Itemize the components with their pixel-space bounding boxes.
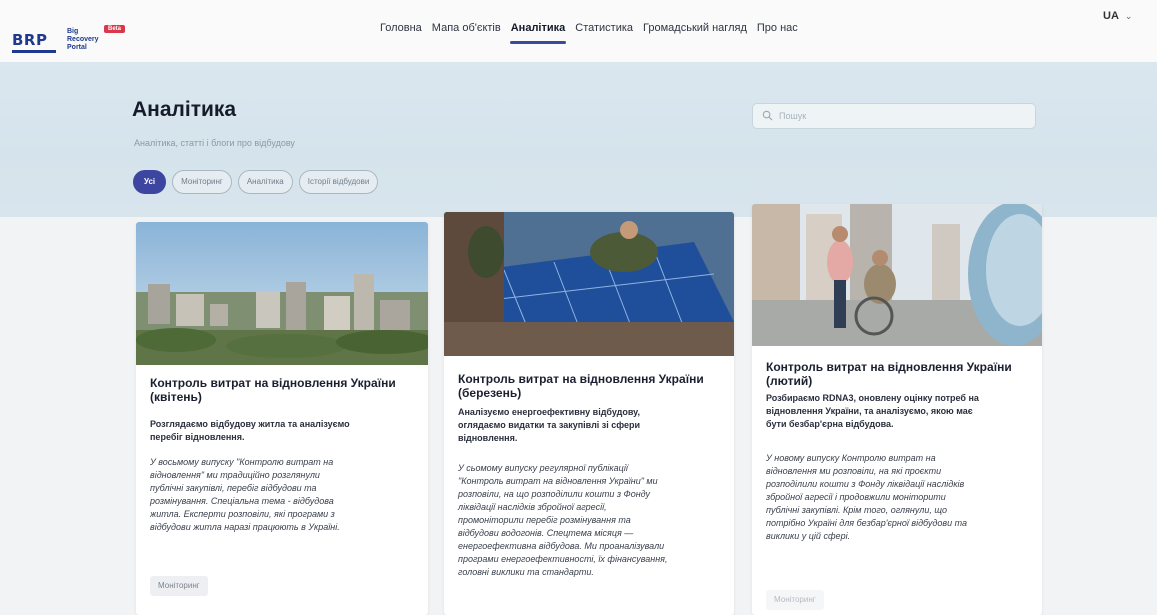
- card-image: [752, 204, 1042, 346]
- card-body-line: ліквідації наслідків збройної агресії,: [458, 502, 607, 512]
- card-title: Контроль витрат на відновлення України (…: [458, 372, 704, 400]
- card-body-line: головні виклики та стандарти.: [458, 567, 594, 577]
- nav-public-oversight[interactable]: Громадський нагляд: [638, 18, 752, 44]
- card-lead: Розбираємо RDNA3, оновлену оцінку потреб…: [766, 392, 979, 431]
- card-body-line: розмінування. Спеціальна тема - відбудов…: [150, 496, 334, 506]
- main-nav: Головна Мапа об'єктів Аналітика Статисти…: [375, 18, 803, 44]
- card-body: У сьомому випуску регулярної публікації …: [458, 462, 667, 579]
- card-lead-line: відновлення.: [458, 433, 518, 443]
- card-lead-line: оглядаємо видатки та закупівлі зі сфери: [458, 420, 641, 430]
- card-body-line: збройної агресії і продовжили моніторити: [766, 492, 946, 502]
- card-body-line: У сьомому випуску регулярної публікації: [458, 463, 628, 473]
- card-body-line: енергоефективна відбудова. Ми проаналізу…: [458, 541, 665, 551]
- card-body-line: публічні закупівлі, перебіг відбудови та: [150, 483, 317, 493]
- card-body-line: відбудови водогонів. Спецтема місяця —: [458, 528, 634, 538]
- nav-analytics[interactable]: Аналітика: [506, 18, 571, 44]
- language-label: UA: [1103, 10, 1119, 22]
- card-image: [136, 222, 428, 365]
- card-body: У новому випуску Контролю витрат на відн…: [766, 452, 967, 543]
- card-body-line: У новому випуску Контролю витрат на: [766, 453, 936, 463]
- card-lead-line: бути безбар'єрна відбудова.: [766, 419, 894, 429]
- card-title-line: Контроль витрат на відновлення України: [766, 360, 1012, 374]
- logo-mark: BRP: [12, 31, 48, 49]
- card-title-line: (березень): [458, 386, 522, 400]
- filter-all[interactable]: Усі: [133, 170, 167, 194]
- card-body-line: розподілили кошти з Фонду ліквідації нас…: [766, 479, 965, 489]
- nav-objects-map[interactable]: Мапа об'єктів: [427, 18, 506, 44]
- brp-logo[interactable]: BRP Big Recovery Portal Beta: [12, 23, 142, 57]
- search-icon: [762, 110, 773, 121]
- card-lead-line: Аналізуємо енергоефективну відбудову,: [458, 407, 640, 417]
- card-body-line: виклики у цій сфері.: [766, 531, 851, 541]
- card-title-line: (лютий): [766, 374, 813, 388]
- card-body-line: відбудови житла наразі працюють в Україн…: [150, 522, 340, 532]
- filter-analytics[interactable]: Аналітика: [237, 170, 293, 194]
- card-body-line: потрібно Україні для безбар'єрної відбуд…: [766, 518, 967, 528]
- card-body-line: розповіли, на що розподілили кошти з Фон…: [458, 489, 651, 499]
- logo-line-2: Recovery: [67, 36, 99, 43]
- card-body-line: промоніторили перебіг розмінування та: [458, 515, 631, 525]
- card-title-line: Контроль витрат на відновлення України: [150, 376, 396, 390]
- beta-badge: Beta: [104, 25, 126, 33]
- card-body-line: програми енергоефективності, їх фінансув…: [458, 554, 668, 564]
- filter-recovery-stories[interactable]: Історії відбудови: [298, 170, 379, 194]
- card-body-line: У восьмому випуску "Контролю витрат на: [150, 457, 334, 467]
- card-lead: Аналізуємо енергоефективну відбудову, ог…: [458, 406, 640, 445]
- card-body-line: публічні закупівлі. Крім того, оглянули,…: [766, 505, 948, 515]
- card-title-line: Контроль витрат на відновлення України: [458, 372, 704, 386]
- card-lead-line: відновлення України, та аналізуємо, якою…: [766, 406, 973, 416]
- article-card[interactable]: Контроль витрат на відновлення України (…: [136, 222, 428, 615]
- card-title: Контроль витрат на відновлення України (…: [150, 376, 396, 404]
- article-card[interactable]: Контроль витрат на відновлення України (…: [752, 204, 1042, 615]
- card-lead-line: Розглядаємо відбудову житла та аналізуєм…: [150, 419, 350, 429]
- search-input[interactable]: [779, 107, 1019, 125]
- card-lead-line: перебіг відновлення.: [150, 432, 245, 442]
- page-title: Аналітика: [132, 98, 237, 121]
- nav-statistics[interactable]: Статистика: [570, 18, 638, 44]
- top-header: BRP Big Recovery Portal Beta Головна Мап…: [0, 0, 1157, 62]
- card-body-line: житла. Експерти розповіли, які програми …: [150, 509, 335, 519]
- card-lead: Розглядаємо відбудову житла та аналізуєм…: [150, 418, 350, 444]
- filter-chips: Усі Моніторинг Аналітика Історії відбудо…: [133, 170, 379, 194]
- page-subtitle: Аналітика, статті і блоги про відбудову: [134, 138, 295, 148]
- article-card[interactable]: Контроль витрат на відновлення України (…: [444, 212, 734, 615]
- chevron-down-icon: ⌄: [1124, 11, 1133, 21]
- card-body-line: "Контроль витрат на відновлення України"…: [458, 476, 658, 486]
- logo-underline: [12, 50, 56, 53]
- filter-monitoring[interactable]: Моніторинг: [172, 170, 232, 194]
- card-title: Контроль витрат на відновлення України (…: [766, 360, 1012, 388]
- card-body: У восьмому випуску "Контролю витрат на в…: [150, 456, 340, 534]
- card-image: [444, 212, 734, 356]
- card-lead-line: Розбираємо RDNA3, оновлену оцінку потреб…: [766, 393, 979, 403]
- card-category-tag[interactable]: Моніторинг: [150, 576, 208, 596]
- nav-home[interactable]: Головна: [375, 18, 427, 44]
- card-title-line: (квітень): [150, 390, 202, 404]
- card-category-tag[interactable]: Моніторинг: [766, 590, 824, 610]
- nav-about[interactable]: Про нас: [752, 18, 803, 44]
- search-box[interactable]: [752, 103, 1036, 129]
- logo-line-3: Portal: [67, 44, 87, 51]
- card-body-line: відновлення ми розповіли, на які проєкти: [766, 466, 942, 476]
- card-body-line: відновлення" ми традиційно розглянули: [150, 470, 320, 480]
- language-selector[interactable]: UA ⌄: [1103, 10, 1132, 22]
